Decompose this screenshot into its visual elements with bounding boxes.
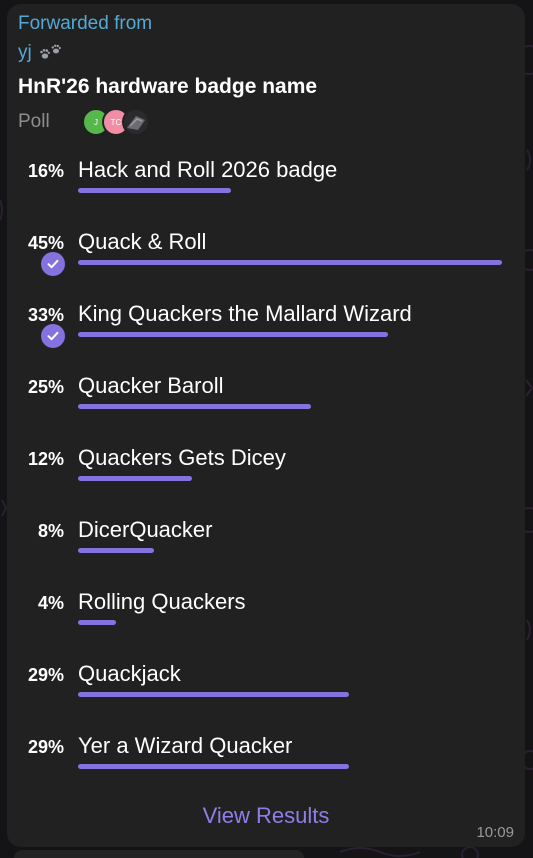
option-result-bar bbox=[78, 188, 231, 193]
option-text: DicerQuacker bbox=[78, 517, 213, 542]
option-percent: 25% bbox=[27, 377, 64, 397]
paw-prints-icon bbox=[39, 44, 61, 59]
option-percent: 29% bbox=[27, 737, 64, 757]
option-result-bar bbox=[78, 404, 311, 409]
poll-option[interactable]: 8% DicerQuacker bbox=[7, 517, 525, 590]
message-time: 10:09 bbox=[476, 824, 514, 841]
option-percent: 29% bbox=[27, 665, 64, 685]
option-result-bar bbox=[78, 548, 154, 553]
poll-message-bubble[interactable]: Forwarded from yj HnR'26 hardware badge … bbox=[7, 4, 525, 847]
option-percent: 16% bbox=[27, 161, 64, 181]
forwarded-sender-name: yj bbox=[18, 42, 32, 63]
option-text: Quackjack bbox=[78, 661, 181, 686]
option-text: King Quackers the Mallard Wizard bbox=[78, 301, 412, 326]
poll-option[interactable]: 29% Yer a Wizard Quacker bbox=[7, 733, 525, 806]
option-result-bar bbox=[78, 764, 349, 769]
option-text: Quacker Baroll bbox=[78, 373, 224, 398]
poll-option[interactable]: 16% Hack and Roll 2026 badge bbox=[7, 157, 525, 230]
option-result-bar bbox=[78, 620, 116, 625]
option-result-bar bbox=[78, 260, 502, 265]
poll-question: HnR'26 hardware badge name bbox=[18, 75, 318, 98]
recent-voters[interactable]: J TC bbox=[82, 108, 152, 136]
poll-option[interactable]: 4% Rolling Quackers bbox=[7, 589, 525, 662]
poll-option[interactable]: 33% King Quackers the Mallard Wizard bbox=[7, 301, 525, 374]
option-text: Hack and Roll 2026 badge bbox=[78, 157, 338, 182]
option-text: Yer a Wizard Quacker bbox=[78, 733, 293, 758]
option-percent: 8% bbox=[37, 521, 64, 541]
chosen-checkmark-icon bbox=[41, 324, 65, 348]
forwarded-from-sender[interactable]: yj bbox=[18, 42, 64, 64]
option-text: Quack & Roll bbox=[78, 229, 207, 254]
view-results-button[interactable]: View Results bbox=[7, 802, 525, 830]
option-percent: 12% bbox=[27, 449, 64, 469]
poll-option[interactable]: 29% Quackjack bbox=[7, 661, 525, 734]
option-result-bar bbox=[78, 476, 192, 481]
poll-type-label: Poll bbox=[18, 111, 50, 132]
option-result-bar bbox=[78, 692, 349, 697]
option-result-bar bbox=[78, 332, 388, 337]
poll-option[interactable]: 12% Quackers Gets Dicey bbox=[7, 445, 525, 518]
chosen-checkmark-icon bbox=[41, 252, 65, 276]
poll-option[interactable]: 45% Quack & Roll bbox=[7, 229, 525, 302]
option-text: Quackers Gets Dicey bbox=[78, 445, 286, 470]
option-percent: 4% bbox=[37, 593, 64, 613]
option-text: Rolling Quackers bbox=[78, 589, 246, 614]
forwarded-label: Forwarded from bbox=[18, 13, 153, 34]
next-message-edge bbox=[14, 850, 304, 858]
poll-option[interactable]: 25% Quacker Baroll bbox=[7, 373, 525, 446]
voter-avatar-photo bbox=[122, 108, 150, 136]
